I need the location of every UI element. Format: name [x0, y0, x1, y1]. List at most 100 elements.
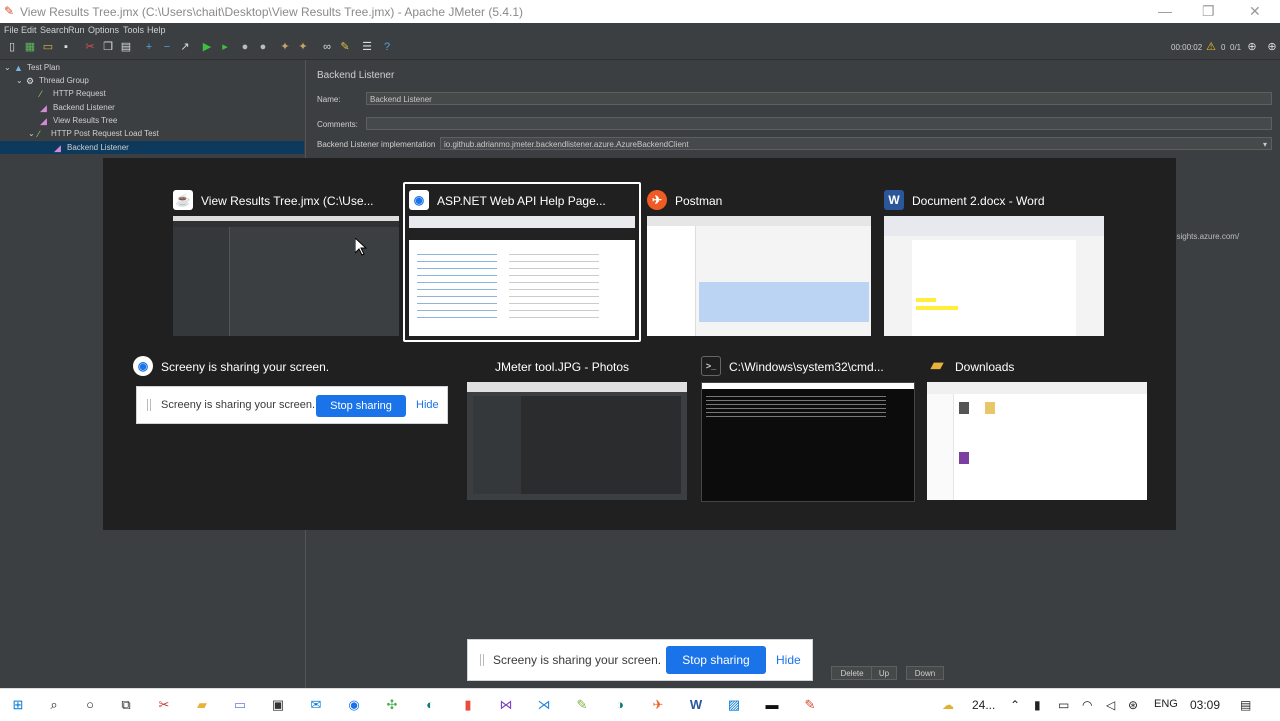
remote-desktop-icon[interactable]: ▭ — [230, 695, 250, 715]
jmeter-taskbar-icon[interactable]: ✎ — [800, 695, 820, 715]
remote-stop-icon[interactable]: ⊕ — [1266, 41, 1278, 53]
collapse-icon[interactable]: − — [161, 41, 173, 53]
start-windows-icon[interactable]: ⊞ — [8, 695, 28, 715]
maximize-button[interactable]: ❐ — [1202, 3, 1215, 20]
start-no-pause-icon[interactable]: ▸ — [219, 41, 231, 53]
warning-icon[interactable]: ⚠ — [1205, 41, 1217, 53]
switcher-window-downloads[interactable]: ▰ Downloads — [927, 350, 1149, 502]
menu-options[interactable]: Options — [88, 25, 119, 35]
window-title-text: View Results Tree.jmx (C:\Use... — [201, 194, 374, 208]
remote-start-icon[interactable]: ⊕ — [1246, 41, 1258, 53]
new-icon[interactable]: ▯ — [6, 41, 18, 53]
menu-search[interactable]: Search — [40, 25, 69, 35]
store-icon[interactable]: ▣ — [268, 695, 288, 715]
tree-node-http-request[interactable]: ⁄ HTTP Request — [40, 87, 106, 100]
file-explorer-icon[interactable]: ▰ — [192, 695, 212, 715]
share-message: Screeny is sharing your screen. — [493, 653, 662, 667]
postman-taskbar-icon[interactable]: ✈ — [648, 695, 668, 715]
search-binoculars-icon[interactable]: ∞ — [321, 41, 333, 53]
clock-time[interactable]: 03:09 — [1190, 698, 1220, 712]
search-icon[interactable]: ⌕ — [44, 695, 64, 715]
open-icon[interactable]: ▭ — [42, 41, 54, 53]
clear-all-icon[interactable]: ✦ — [297, 41, 309, 53]
templates-icon[interactable]: ▦ — [24, 41, 36, 53]
language-indicator[interactable]: ENG — [1154, 698, 1178, 710]
notepad-plus-icon[interactable]: ✎ — [572, 695, 592, 715]
tree-node-label: Test Plan — [27, 63, 60, 72]
cmd-taskbar-icon[interactable]: ▬ — [762, 695, 782, 715]
clear-icon[interactable]: ✦ — [279, 41, 291, 53]
close-button[interactable]: ✕ — [1249, 3, 1261, 20]
tree-node-http-post-request[interactable]: ⌄ ⁄ HTTP Post Request Load Test — [28, 127, 159, 140]
switcher-window-screeny[interactable]: ◉ Screeny is sharing your screen. Screen… — [133, 350, 449, 430]
name-field[interactable]: Backend Listener — [366, 92, 1272, 105]
tree-node-thread-group[interactable]: ⌄ ⚙ Thread Group — [16, 74, 89, 87]
menu-file[interactable]: File — [4, 25, 19, 35]
weather-icon[interactable]: ☁ — [942, 698, 954, 712]
puzzle-app-icon[interactable]: ✣ — [382, 695, 402, 715]
tree-node-backend-listener-selected[interactable]: ◢ Backend Listener — [0, 141, 304, 154]
temperature-text[interactable]: 24... — [972, 698, 995, 712]
switcher-window-postman[interactable]: ✈ Postman — [647, 184, 873, 342]
down-button[interactable]: Down — [906, 666, 944, 680]
comments-field[interactable] — [366, 117, 1272, 130]
start-icon[interactable]: ▶ — [201, 41, 213, 53]
cortana-icon[interactable]: ○ — [80, 695, 100, 715]
battery-icon[interactable]: ▭ — [1058, 698, 1069, 712]
cut-icon[interactable]: ✂ — [84, 41, 96, 53]
tree-node-test-plan[interactable]: ⌄ ▲ Test Plan — [4, 61, 60, 74]
wifi-icon[interactable]: ◠ — [1082, 698, 1092, 712]
expand-icon[interactable]: + — [143, 41, 155, 53]
vscode-icon[interactable]: ⋊ — [534, 695, 554, 715]
listener-icon: ◢ — [40, 103, 47, 113]
show-hidden-icons-icon[interactable]: ⌃ — [1010, 698, 1020, 712]
window-thumbnail — [173, 216, 399, 336]
office-icon[interactable]: ▮ — [458, 695, 478, 715]
volume-icon[interactable]: ◁ — [1106, 698, 1115, 712]
edge-icon[interactable]: ◐ — [420, 695, 440, 715]
comments-label: Comments: — [317, 120, 358, 129]
switcher-window-photos[interactable]: JMeter tool.JPG - Photos — [467, 350, 689, 502]
visual-studio-icon[interactable]: ⋈ — [496, 695, 516, 715]
delete-button[interactable]: Delete — [831, 666, 873, 680]
task-view-icon[interactable]: ⧉ — [116, 695, 136, 715]
function-helper-icon[interactable]: ☰ — [361, 41, 373, 53]
network-icon[interactable]: ⊛ — [1128, 698, 1138, 712]
photos-taskbar-icon[interactable]: ▨ — [724, 695, 744, 715]
save-icon[interactable]: ▪ — [60, 41, 72, 53]
window-title: View Results Tree.jmx (C:\Users\chait\De… — [20, 5, 524, 19]
menu-edit[interactable]: Edit — [21, 25, 37, 35]
minimize-button[interactable]: — — [1158, 3, 1172, 19]
hide-button[interactable]: Hide — [776, 653, 801, 667]
microphone-icon[interactable]: ▮ — [1034, 698, 1041, 712]
mail-icon[interactable]: ✉ — [306, 695, 326, 715]
share-message: Screeny is sharing your screen. — [161, 399, 316, 411]
switcher-window-aspnet[interactable]: ◉ ASP.NET Web API Help Page... — [409, 184, 635, 336]
toggle-icon[interactable]: ↗ — [179, 41, 191, 53]
snipping-tool-icon[interactable]: ✂ — [154, 695, 174, 715]
tree-node-view-results-tree[interactable]: ◢ View Results Tree — [40, 114, 117, 127]
drag-grip-icon[interactable] — [480, 654, 484, 666]
stop-icon[interactable]: ● — [239, 41, 251, 53]
switcher-window-cmd[interactable]: >_ C:\Windows\system32\cmd... — [701, 350, 915, 502]
switcher-window-jmeter[interactable]: ☕ View Results Tree.jmx (C:\Use... — [173, 184, 399, 342]
java-icon: ☕ — [173, 190, 193, 210]
copy-icon[interactable]: ❐ — [102, 41, 114, 53]
impl-select[interactable]: io.github.adrianmo.jmeter.backendlistene… — [440, 137, 1272, 150]
stop-sharing-button[interactable]: Stop sharing — [666, 646, 766, 674]
menu-tools[interactable]: Tools — [123, 25, 144, 35]
up-button[interactable]: Up — [871, 666, 897, 680]
menu-run[interactable]: Run — [68, 25, 85, 35]
word-taskbar-icon[interactable]: W — [686, 695, 706, 715]
edge-dev-icon[interactable]: ◑ — [610, 695, 630, 715]
menu-help[interactable]: Help — [147, 25, 166, 35]
help-icon[interactable]: ? — [381, 41, 393, 53]
reset-search-icon[interactable]: ✎ — [339, 41, 351, 53]
paste-icon[interactable]: ▤ — [120, 41, 132, 53]
chevron-down-icon: ▾ — [1262, 140, 1267, 149]
tree-node-backend-listener[interactable]: ◢ Backend Listener — [40, 101, 115, 114]
shutdown-icon[interactable]: ● — [257, 41, 269, 53]
switcher-window-word[interactable]: W Document 2.docx - Word — [884, 184, 1110, 342]
chrome-taskbar-icon[interactable]: ◉ — [344, 695, 364, 715]
notifications-icon[interactable]: ▤ — [1240, 698, 1251, 712]
